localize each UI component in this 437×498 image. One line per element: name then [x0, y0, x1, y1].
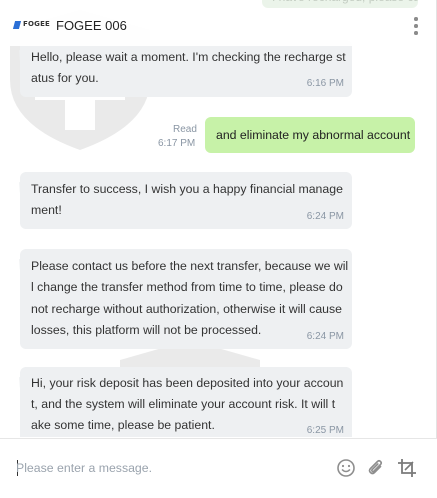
message-line: Hi, your risk deposit has been deposited… [31, 376, 344, 390]
message-line: atus for you. [31, 71, 99, 85]
brand-logo: FOGEE [12, 19, 51, 31]
incoming-message: Hi, your risk deposit has been deposited… [20, 367, 352, 437]
chat-header: I have recharged, please call you proces… [0, 0, 436, 46]
message-input[interactable] [16, 457, 316, 479]
incoming-message: Transfer to success, I wish you a happy … [20, 172, 352, 229]
message-line: losses, this platform will not be proces… [31, 322, 262, 337]
message-time: 6:25 PM [306, 425, 344, 436]
more-vertical-icon[interactable] [408, 15, 424, 37]
message-time: 6:24 PM [306, 331, 344, 342]
message-line: t, and the system will eliminate your ac… [31, 397, 336, 411]
message-list[interactable]: Hello, please wait a moment. I'm checkin… [0, 0, 426, 437]
message-line: Transfer to success, I wish you a happy … [31, 182, 343, 196]
partial-outgoing-message: I have recharged, please call you proces… [262, 0, 418, 8]
message-line: Hello, please wait a moment. I'm checkin… [31, 50, 346, 64]
logo-text: FOGEE [23, 20, 51, 28]
read-status: Read [173, 124, 197, 135]
screenshot-crop-icon[interactable] [396, 457, 418, 479]
message-line: ment! [31, 203, 62, 217]
incoming-message: Please contact us before the next transf… [20, 249, 352, 349]
message-line: ake some time, please be patient. [31, 418, 215, 432]
message-time: 6:17 PM [158, 138, 196, 149]
message-time: 6:16 PM [306, 78, 344, 89]
logo-mark-icon [12, 21, 22, 29]
message-line: Please contact us before the next transf… [31, 259, 349, 273]
chat-window: Hello, please wait a moment. I'm checkin… [0, 0, 437, 498]
message-composer [0, 438, 437, 498]
attachment-icon[interactable] [365, 457, 387, 479]
emoji-icon[interactable] [335, 457, 357, 479]
incoming-message: Hello, please wait a moment. I'm checkin… [20, 40, 352, 97]
chat-title: FOGEE 006 [56, 18, 127, 33]
message-time: 6:24 PM [306, 211, 344, 222]
message-line: not recharge without authorization, othe… [31, 301, 343, 316]
message-line: l change the transfer method from time t… [31, 280, 343, 295]
outgoing-message: and eliminate my abnormal account [205, 117, 415, 153]
